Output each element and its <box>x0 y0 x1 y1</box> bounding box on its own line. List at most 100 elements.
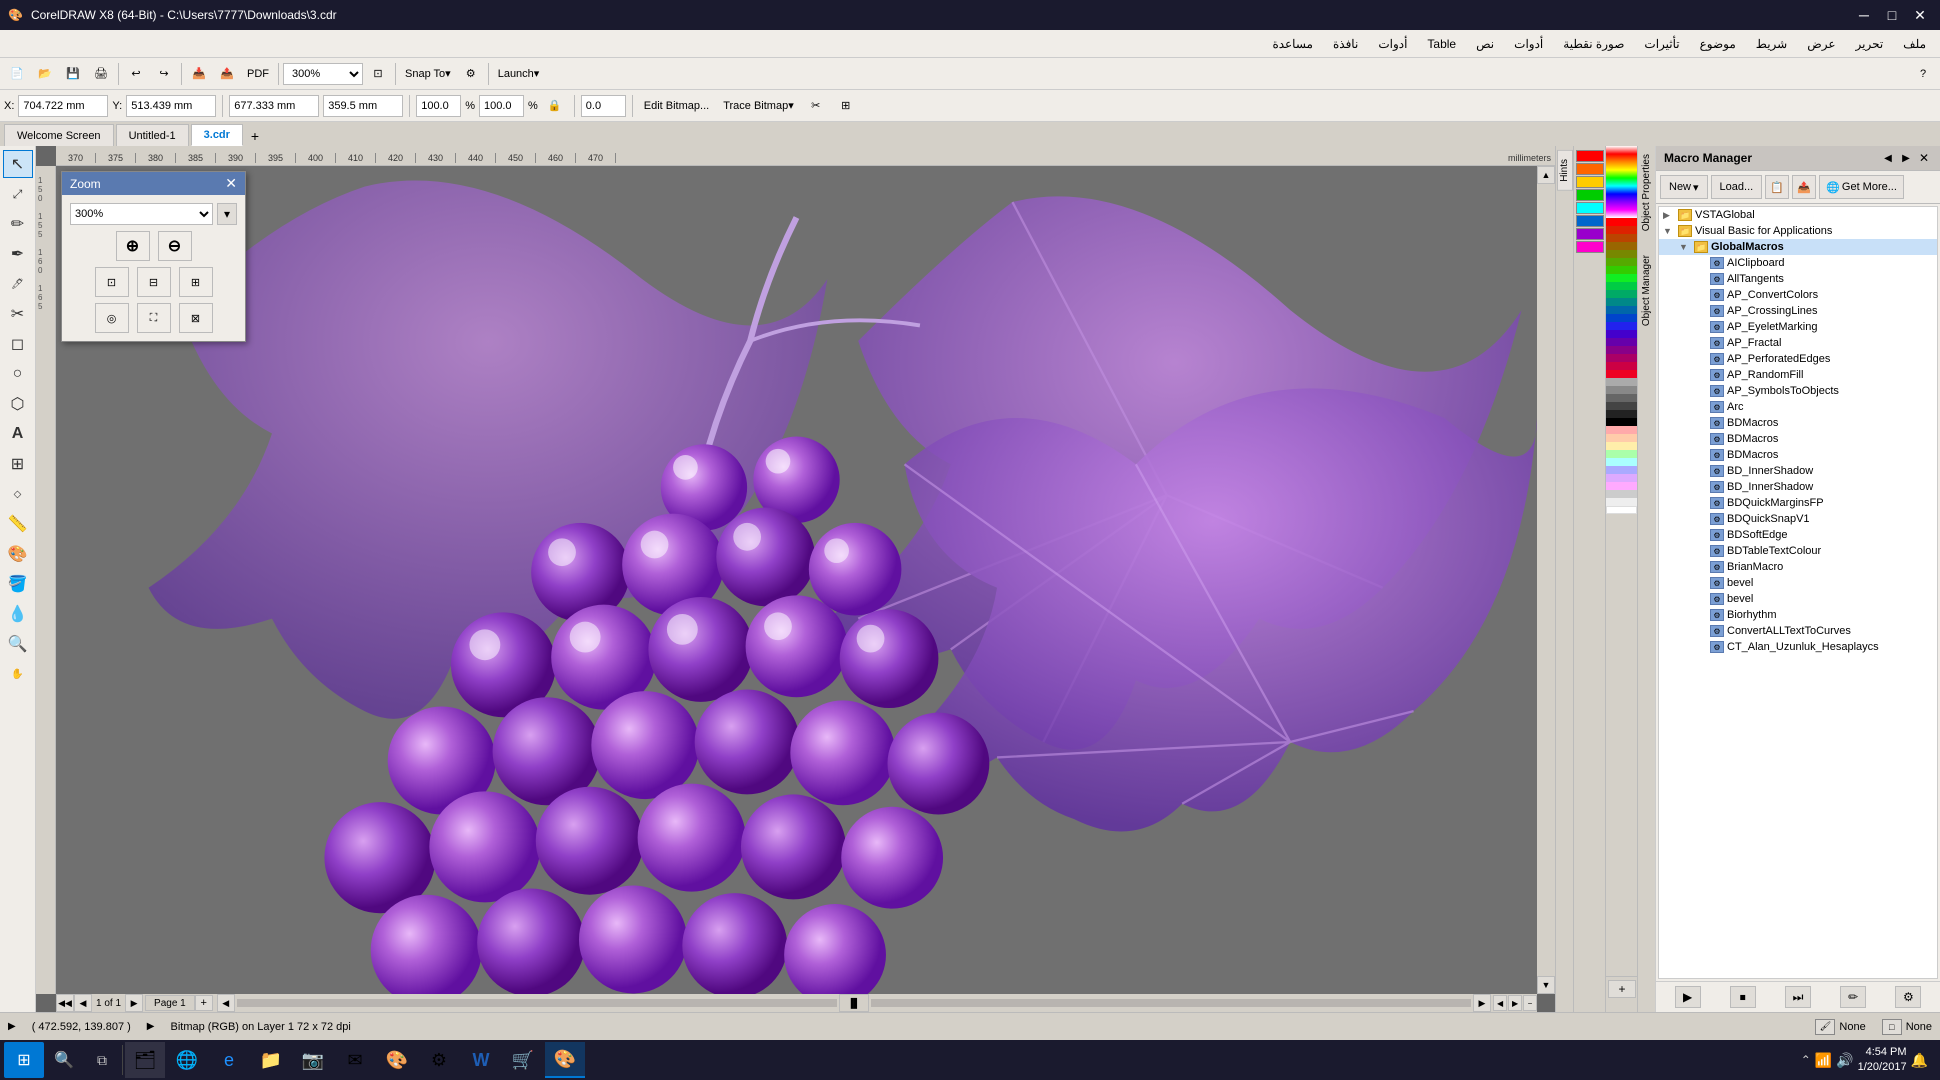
taskbar-store[interactable]: 🛒 <box>503 1042 543 1078</box>
add-color-button[interactable]: + <box>1608 980 1636 998</box>
macro-get-more-button[interactable]: 🌐 Get More... <box>1819 175 1904 199</box>
tree-item-21[interactable]: ⚙bevel <box>1659 591 1937 607</box>
nav-next[interactable]: ▶ <box>1508 995 1522 1011</box>
taskbar-paint[interactable]: 🎨 <box>377 1042 417 1078</box>
taskbar-settings[interactable]: ⚙ <box>419 1042 459 1078</box>
tree-item-vstaglobal[interactable]: ▶ 📁 VSTAGlobal <box>1659 207 1937 223</box>
color-swatch[interactable] <box>1576 215 1604 227</box>
taskbar-files[interactable]: 📁 <box>251 1042 291 1078</box>
zoom-in-button[interactable]: ⊕ <box>116 231 150 261</box>
polygon-tool[interactable]: ⬡ <box>3 390 33 418</box>
pdf-button[interactable]: PDF <box>242 61 274 87</box>
macro-new-dropdown[interactable]: ▾ <box>1693 181 1699 194</box>
zoom-full-button[interactable]: ⛶ <box>137 303 171 333</box>
macro-play-button[interactable]: ▶ <box>1675 986 1701 1008</box>
canvas-content[interactable]: Zoom ✕ 300% 200% 150% 100% ▾ ⊕ <box>56 166 1537 994</box>
expand-globalmacros[interactable]: ▼ <box>1679 242 1691 252</box>
zoom-tool[interactable]: 🔍 <box>3 630 33 658</box>
color-swatch[interactable] <box>1576 189 1604 201</box>
macro-nav-right[interactable]: ▶ <box>1898 150 1914 166</box>
eyedropper-tool[interactable]: 💧 <box>3 600 33 628</box>
fill-indicator[interactable]: 🖌 None <box>1815 1019 1865 1035</box>
bucket-tool[interactable]: 🪣 <box>3 570 33 598</box>
tab-untitled[interactable]: Untitled-1 <box>116 124 189 146</box>
tree-item-1[interactable]: ⚙AllTangents <box>1659 271 1937 287</box>
width-input[interactable] <box>229 95 319 117</box>
page-next-button[interactable]: ▶ <box>125 994 143 1012</box>
close-button[interactable]: ✕ <box>1908 3 1932 27</box>
hscroll-right[interactable]: ▶ <box>1473 994 1491 1012</box>
select-tool[interactable]: ↖ <box>3 150 33 178</box>
tree-item-4[interactable]: ⚙AP_EyeletMarking <box>1659 319 1937 335</box>
y-input[interactable] <box>126 95 216 117</box>
page-add-button[interactable]: + <box>195 995 213 1011</box>
zoom-all-objects-button[interactable]: ⊠ <box>179 303 213 333</box>
tree-item-24[interactable]: ⚙CT_Alan_Uzunluk_Hesaplaycs <box>1659 639 1937 655</box>
tree-item-20[interactable]: ⚙bevel <box>1659 575 1937 591</box>
tree-item-0[interactable]: ⚙AIClipboard <box>1659 255 1937 271</box>
expand-arrow[interactable]: ▶ <box>8 1021 16 1032</box>
tree-item-13[interactable]: ⚙BD_InnerShadow <box>1659 463 1937 479</box>
taskbar-mail[interactable]: ✉ <box>335 1042 375 1078</box>
macro-edit-button[interactable]: ✏ <box>1840 986 1866 1008</box>
menu-bitmap[interactable]: صورة نقطية <box>1553 33 1634 55</box>
macro-new-button[interactable]: New ▾ <box>1660 175 1708 199</box>
menu-text[interactable]: أدوات <box>1504 33 1553 55</box>
tree-item-6[interactable]: ⚙AP_PerforatedEdges <box>1659 351 1937 367</box>
edit-bitmap-button[interactable]: Edit Bitmap... <box>639 93 714 119</box>
help-button[interactable]: ? <box>1910 61 1936 87</box>
tree-item-15[interactable]: ⚙BDQuickMarginsFP <box>1659 495 1937 511</box>
redo-button[interactable]: ↪ <box>151 61 177 87</box>
zoom-close-icon[interactable]: ✕ <box>225 175 237 192</box>
options-button[interactable]: ⚙ <box>458 61 484 87</box>
hscroll-left[interactable]: ◀ <box>217 994 235 1012</box>
rotation-input[interactable] <box>581 95 626 117</box>
maximize-button[interactable]: □ <box>1880 3 1904 27</box>
menu-edit[interactable]: تحرير <box>1846 33 1894 55</box>
height-input[interactable] <box>323 95 403 117</box>
zoom-level-select[interactable]: 300% 200% 150% 100% <box>70 203 213 225</box>
tree-item-17[interactable]: ⚙BDSoftEdge <box>1659 527 1937 543</box>
tree-item-9[interactable]: ⚙Arc <box>1659 399 1937 415</box>
calligraphy-tool[interactable]: 🖊 <box>3 270 33 298</box>
tree-item-14[interactable]: ⚙BD_InnerShadow <box>1659 479 1937 495</box>
time-display[interactable]: 4:54 PM 1/20/2017 <box>1858 1045 1907 1076</box>
text-tool[interactable]: A <box>3 420 33 448</box>
tree-item-23[interactable]: ⚙ConvertALLTextToCurves <box>1659 623 1937 639</box>
menu-help[interactable]: مساعدة <box>1262 33 1323 55</box>
menu-table[interactable]: نص <box>1466 33 1504 55</box>
scroll-down-button[interactable]: ▼ <box>1537 976 1555 994</box>
tree-item-19[interactable]: ⚙BrianMacro <box>1659 559 1937 575</box>
macro-nav-left[interactable]: ◀ <box>1880 150 1896 166</box>
zoom-fit-width-button[interactable]: ⊟ <box>137 267 171 297</box>
zoom-selected-button[interactable]: ◎ <box>95 303 129 333</box>
taskbar-coreldraw[interactable]: 🎨 <box>545 1042 585 1078</box>
zoom-dropdown-icon[interactable]: ▾ <box>217 203 237 225</box>
color-swatch[interactable] <box>1576 228 1604 240</box>
volume-icon[interactable]: 🔊 <box>1836 1052 1853 1069</box>
taskbar-word[interactable]: W <box>461 1042 501 1078</box>
hscroll-center[interactable]: ▐▌ <box>839 994 869 1012</box>
page-label-tab[interactable]: Page 1 <box>145 995 195 1011</box>
canvas-area[interactable]: 370 375 380 385 390 395 400 410 420 430 … <box>36 146 1555 1012</box>
freehand-tool[interactable]: ✏ <box>3 210 33 238</box>
menu-table2[interactable]: Table <box>1417 33 1466 55</box>
import-button[interactable]: 📥 <box>186 61 212 87</box>
menu-object[interactable]: موضوع <box>1690 33 1746 55</box>
task-view-button[interactable]: ⧉ <box>84 1042 120 1078</box>
tree-item-5[interactable]: ⚙AP_Fractal <box>1659 335 1937 351</box>
zoom-out-small[interactable]: − <box>1523 995 1537 1011</box>
tree-item-18[interactable]: ⚙BDTableTextColour <box>1659 543 1937 559</box>
tree-item-22[interactable]: ⚙Biorhythm <box>1659 607 1937 623</box>
new-button[interactable]: 📄 <box>4 61 30 87</box>
menu-effects[interactable]: تأثيرات <box>1634 33 1689 55</box>
undo-button[interactable]: ↩ <box>123 61 149 87</box>
scroll-up-button[interactable]: ▲ <box>1537 166 1555 184</box>
taskbar-explorer[interactable]: 🗂 <box>125 1042 165 1078</box>
macro-close-button[interactable]: ✕ <box>1916 150 1932 166</box>
start-button[interactable]: ⊞ <box>4 1042 44 1078</box>
save-button[interactable]: 💾 <box>60 61 86 87</box>
zoom-fit-page-button[interactable]: ⊡ <box>95 267 129 297</box>
trace-bitmap-button[interactable]: Trace Bitmap ▾ <box>718 93 799 119</box>
shape-tool[interactable]: ⤢ <box>3 180 33 208</box>
